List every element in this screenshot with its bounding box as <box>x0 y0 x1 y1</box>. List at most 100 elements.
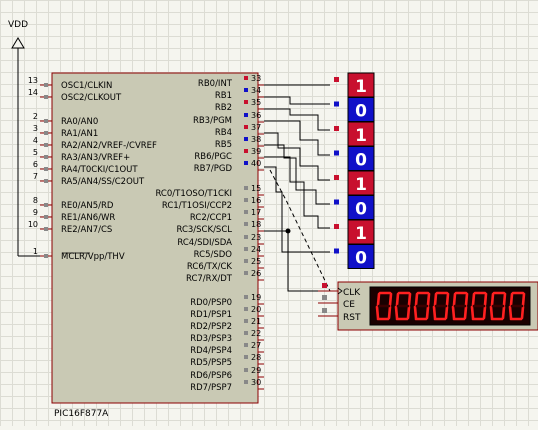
pin-name: RA4/T0CKI/C1OUT <box>61 165 138 175</box>
pin-name: MCLR/Vpp/THV <box>61 252 125 262</box>
segment-f <box>414 292 419 307</box>
pin-marker <box>44 95 48 99</box>
pin-marker <box>44 215 48 219</box>
pin-number: 29 <box>251 366 261 375</box>
pin-name: RB0/INT <box>198 79 233 89</box>
pin-marker <box>44 167 48 171</box>
wire-rb3 <box>264 120 330 156</box>
pin-number: 27 <box>251 341 261 350</box>
segment-e <box>470 305 475 320</box>
pin-number: 25 <box>251 257 261 266</box>
probe-state-marker <box>334 126 339 131</box>
pin-name: RA0/AN0 <box>61 117 98 127</box>
segment-b <box>445 292 450 307</box>
pin-state-marker <box>244 113 248 117</box>
logic-probe-5[interactable]: 0 <box>334 195 375 220</box>
segment-c <box>425 305 430 320</box>
pin-number: 13 <box>28 76 38 85</box>
pin-state-marker <box>244 319 248 323</box>
pin-name: RB5 <box>215 140 232 150</box>
pin-state-marker <box>244 137 248 141</box>
pin-state-marker <box>244 380 248 384</box>
logic-probe-6[interactable]: 1 <box>334 219 375 245</box>
probe-value: 1 <box>355 126 367 146</box>
pin-number: 39 <box>251 147 261 156</box>
pin-number: 23 <box>251 233 261 242</box>
logic-probe-1[interactable]: 0 <box>334 97 375 122</box>
logic-probe-3[interactable]: 0 <box>334 146 375 171</box>
pin-number: 37 <box>251 123 261 132</box>
pin-number: 15 <box>251 184 261 193</box>
probe-value: 1 <box>355 77 367 97</box>
segment-f <box>471 292 476 307</box>
pin-marker <box>44 131 48 135</box>
segment-e <box>508 305 513 320</box>
logic-probe-4[interactable]: 1 <box>334 170 375 196</box>
power-arrow-icon <box>11 37 25 49</box>
segment-f <box>395 292 400 307</box>
pin-name: RC0/T1OSO/T1CKI <box>155 189 232 199</box>
pin-state-marker <box>244 355 248 359</box>
pin-number: 9 <box>33 208 38 217</box>
pin-number: 6 <box>33 160 38 169</box>
pin-name: OSC2/CLKOUT <box>61 93 122 103</box>
pin-name: RC5/SDO <box>194 250 233 260</box>
pin-label: CE <box>343 300 355 310</box>
pin-number: 34 <box>251 86 261 95</box>
pin-state-marker <box>244 88 248 92</box>
pin-state-marker <box>244 125 248 129</box>
segment-c <box>482 305 487 320</box>
pin-name: RC3/SCK/SCL <box>176 225 232 235</box>
wire-rb6 <box>264 156 330 229</box>
pin-state-marker <box>244 100 248 104</box>
pin-name: RC6/TX/CK <box>187 262 233 272</box>
pin-name: RB2 <box>215 103 232 113</box>
pin-number: 20 <box>251 305 261 314</box>
pin-number: 14 <box>28 88 38 97</box>
segment-c <box>501 305 506 320</box>
segment-c <box>406 305 411 320</box>
pin-number: 19 <box>251 293 261 302</box>
logic-probe-2[interactable]: 1 <box>334 121 375 147</box>
pin-marker <box>44 254 48 258</box>
segment-f <box>452 292 457 307</box>
segment-b <box>426 292 431 307</box>
pin-number: 7 <box>33 172 38 181</box>
pin-state-marker <box>244 307 248 311</box>
segment-f <box>490 292 495 307</box>
pin-number: 8 <box>33 196 38 205</box>
pin-number: 21 <box>251 317 261 326</box>
pin-number: 35 <box>251 98 261 107</box>
mcu-chip[interactable]: PIC16F877A 13OSC1/CLKIN14OSC2/CLKOUT2RA0… <box>28 72 264 419</box>
probe-state-marker <box>334 175 339 180</box>
pin-name: RA3/AN3/VREF+ <box>61 153 130 163</box>
probe-value: 0 <box>355 249 367 269</box>
pin-name: RD1/PSP1 <box>190 310 232 320</box>
segment-b <box>388 292 393 307</box>
pin-number: 1 <box>33 247 38 256</box>
pin-number: 38 <box>251 135 261 144</box>
probe-state-marker <box>334 77 339 82</box>
pin-number: 3 <box>33 124 38 133</box>
logic-probe-7[interactable]: 0 <box>334 244 375 269</box>
pin-state-marker <box>244 186 248 190</box>
segment-e <box>413 305 418 320</box>
pin-state-marker <box>244 368 248 372</box>
pin-state-marker <box>244 235 248 239</box>
schematic-canvas[interactable]: VDD PIC16F877A 13 OSC1/CLKIN 14 OSC2/CLKOUT… <box>0 0 538 426</box>
segment-c <box>387 305 392 320</box>
counter-display <box>369 286 531 326</box>
segment-b <box>464 292 469 307</box>
pin-number: 4 <box>33 136 38 145</box>
pin-name: RB3/PGM <box>193 116 232 126</box>
logic-probe-0[interactable]: 1 <box>334 72 375 98</box>
pin-name: RD0/PSP0 <box>190 298 232 308</box>
pin-number: 22 <box>251 329 261 338</box>
probe-value: 1 <box>355 224 367 244</box>
pin-number: 5 <box>33 148 38 157</box>
mcu-part-name: PIC16F877A <box>54 409 109 419</box>
pin-name: RB7/PGD <box>194 164 233 174</box>
pin-name: RC4/SDI/SDA <box>177 238 232 248</box>
pin-name: RB6/PGC <box>194 152 232 162</box>
pin-state-marker <box>244 295 248 299</box>
